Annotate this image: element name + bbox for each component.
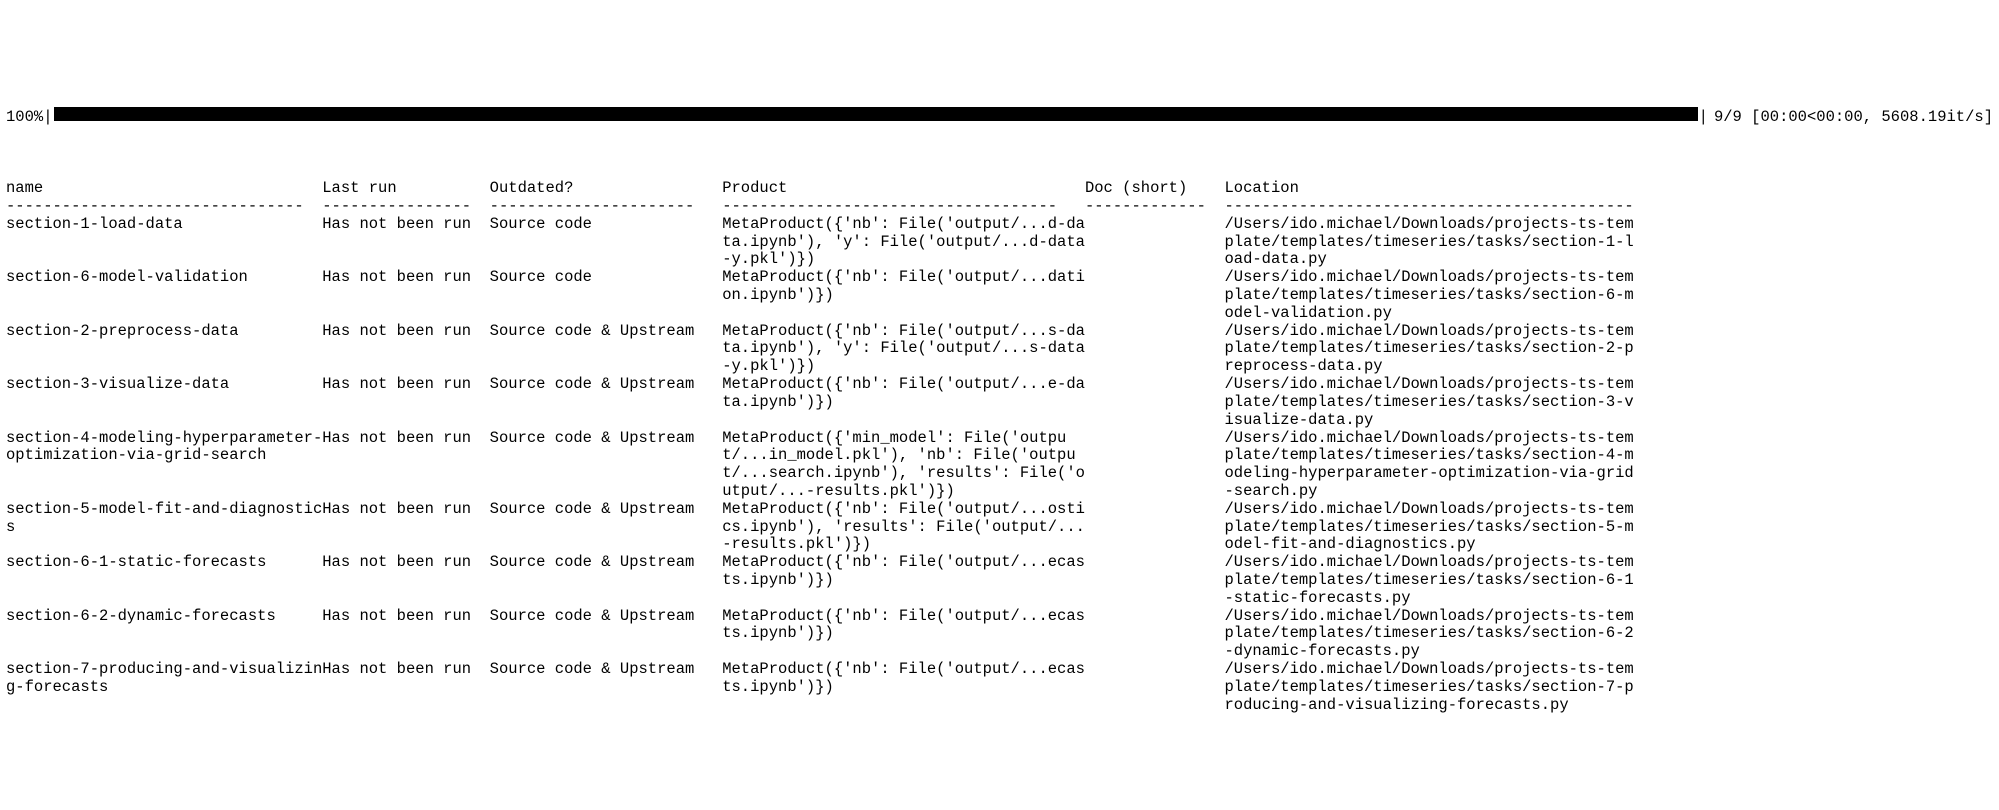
cell-outdated: Source code & Upstream xyxy=(490,661,723,679)
cell-product: MetaProduct({'nb': File('output/...e-dat… xyxy=(722,376,1085,412)
cell-outdated: Source code & Upstream xyxy=(490,554,723,572)
cell-product: MetaProduct({'nb': File('output/...datio… xyxy=(722,269,1085,305)
cell-location: /Users/ido.michael/Downloads/projects-ts… xyxy=(1224,269,1633,322)
cell-name: section-5-model-fit-and-diagnostics xyxy=(6,501,322,537)
cell-location: /Users/ido.michael/Downloads/projects-ts… xyxy=(1224,323,1633,376)
col-header-name: name xyxy=(6,180,322,198)
table-row: section-6-2-dynamic-forecastsHas not bee… xyxy=(6,608,1634,661)
cell-outdated: Source code xyxy=(490,216,723,234)
table-row: section-4-modeling-hyperparameter-optimi… xyxy=(6,430,1634,501)
cell-location: /Users/ido.michael/Downloads/projects-ts… xyxy=(1224,608,1633,661)
cell-product: MetaProduct({'nb': File('output/...ostic… xyxy=(722,501,1085,554)
cell-name: section-3-visualize-data xyxy=(6,376,322,394)
cell-last-run: Has not been run xyxy=(322,216,489,234)
col-divider: -------------------------------- xyxy=(6,198,322,216)
table-header-row: name Last run Outdated? Product Doc (sho… xyxy=(6,180,1634,198)
table-row: section-6-model-validationHas not been r… xyxy=(6,269,1634,322)
table-row: section-6-1-static-forecastsHas not been… xyxy=(6,554,1634,607)
cell-last-run: Has not been run xyxy=(322,376,489,394)
cell-last-run: Has not been run xyxy=(322,608,489,626)
cell-outdated: Source code & Upstream xyxy=(490,323,723,341)
cell-product: MetaProduct({'nb': File('output/...s-dat… xyxy=(722,323,1085,376)
cell-location: /Users/ido.michael/Downloads/projects-ts… xyxy=(1224,430,1633,501)
cell-last-run: Has not been run xyxy=(322,323,489,341)
cell-location: /Users/ido.michael/Downloads/projects-ts… xyxy=(1224,501,1633,554)
cell-product: MetaProduct({'min_model': File('output/.… xyxy=(722,430,1085,501)
cell-outdated: Source code xyxy=(490,269,723,287)
col-header-last-run: Last run xyxy=(322,180,489,198)
cell-product: MetaProduct({'nb': File('output/...ecast… xyxy=(722,608,1085,644)
status-table: name Last run Outdated? Product Doc (sho… xyxy=(6,180,1634,714)
cell-location: /Users/ido.michael/Downloads/projects-ts… xyxy=(1224,376,1633,429)
table-divider-row: -------------------------------- -------… xyxy=(6,198,1634,216)
cell-name: section-1-load-data xyxy=(6,216,322,234)
table-row: section-1-load-dataHas not been runSourc… xyxy=(6,216,1634,269)
col-divider: ---------------------- xyxy=(490,198,723,216)
cell-name: section-2-preprocess-data xyxy=(6,323,322,341)
cell-product: MetaProduct({'nb': File('output/...ecast… xyxy=(722,554,1085,590)
progress-line: 100%||9/9 [00:00<00:00, 5608.19it/s] xyxy=(6,107,1993,127)
col-header-product: Product xyxy=(722,180,1085,198)
col-divider: ------------- xyxy=(1085,198,1225,216)
cell-last-run: Has not been run xyxy=(322,430,489,448)
table-row: section-3-visualize-dataHas not been run… xyxy=(6,376,1634,429)
cell-name: section-7-producing-and-visualizing-fore… xyxy=(6,661,322,697)
cell-last-run: Has not been run xyxy=(322,501,489,519)
cell-product: MetaProduct({'nb': File('output/...ecast… xyxy=(722,661,1085,697)
progress-percent: 100% xyxy=(6,109,43,127)
col-divider: ----------------------------------------… xyxy=(1224,198,1633,216)
cell-last-run: Has not been run xyxy=(322,554,489,572)
cell-last-run: Has not been run xyxy=(322,269,489,287)
progress-bracket-right: | xyxy=(1699,109,1708,127)
table-row: section-2-preprocess-dataHas not been ru… xyxy=(6,323,1634,376)
cell-location: /Users/ido.michael/Downloads/projects-ts… xyxy=(1224,661,1633,714)
cell-last-run: Has not been run xyxy=(322,661,489,679)
table-row: section-5-model-fit-and-diagnosticsHas n… xyxy=(6,501,1634,554)
progress-bracket-left: | xyxy=(43,109,52,127)
col-header-outdated: Outdated? xyxy=(490,180,723,198)
terminal-output: 100%||9/9 [00:00<00:00, 5608.19it/s] nam… xyxy=(0,71,1999,738)
cell-location: /Users/ido.michael/Downloads/projects-ts… xyxy=(1224,216,1633,269)
cell-outdated: Source code & Upstream xyxy=(490,608,723,626)
table-row: section-7-producing-and-visualizing-fore… xyxy=(6,661,1634,714)
cell-outdated: Source code & Upstream xyxy=(490,430,723,448)
cell-name: section-4-modeling-hyperparameter-optimi… xyxy=(6,430,322,466)
cell-name: section-6-1-static-forecasts xyxy=(6,554,322,572)
cell-outdated: Source code & Upstream xyxy=(490,501,723,519)
cell-name: section-6-2-dynamic-forecasts xyxy=(6,608,322,626)
col-divider: ---------------- xyxy=(322,198,489,216)
cell-product: MetaProduct({'nb': File('output/...d-dat… xyxy=(722,216,1085,269)
cell-location: /Users/ido.michael/Downloads/projects-ts… xyxy=(1224,554,1633,607)
col-header-doc-short: Doc (short) xyxy=(1085,180,1225,198)
cell-name: section-6-model-validation xyxy=(6,269,322,287)
progress-stats: 9/9 [00:00<00:00, 5608.19it/s] xyxy=(1708,109,1993,127)
progress-bar-fill xyxy=(54,107,1698,121)
cell-outdated: Source code & Upstream xyxy=(490,376,723,394)
col-header-location: Location xyxy=(1224,180,1633,198)
col-divider: ------------------------------------ xyxy=(722,198,1085,216)
